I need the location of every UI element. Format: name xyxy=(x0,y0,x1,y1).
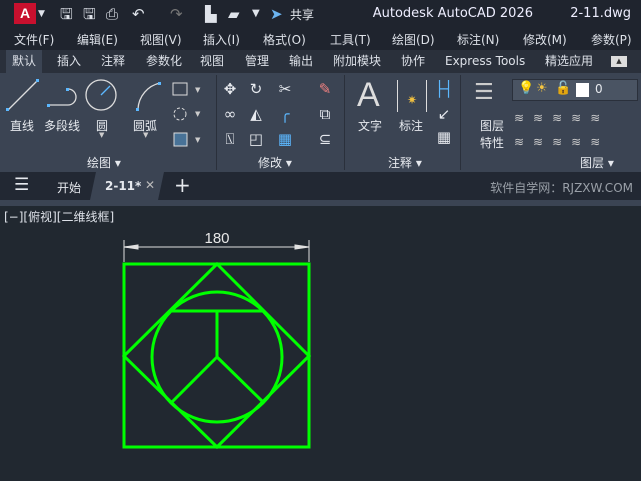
dimension-text: 180 xyxy=(204,230,229,247)
diagonal-left xyxy=(170,355,219,404)
drawing-canvas[interactable]: 180 xyxy=(0,0,641,481)
geometry xyxy=(121,261,312,450)
diagonal-right xyxy=(215,355,265,404)
